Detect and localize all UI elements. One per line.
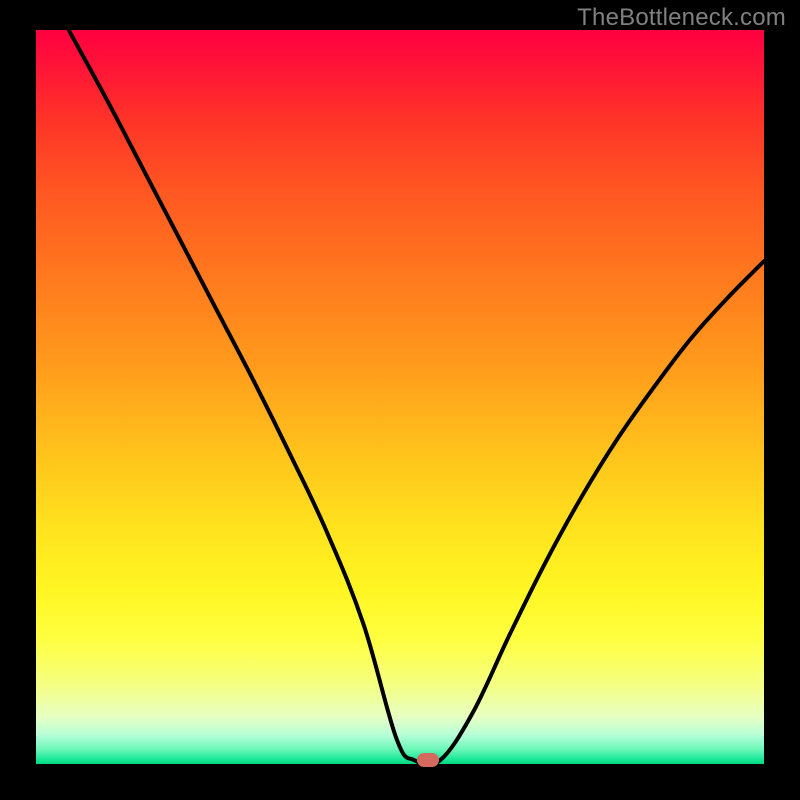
bottleneck-curve [36,30,764,764]
watermark-text: TheBottleneck.com [577,4,786,32]
curve-layer [36,30,764,764]
optimal-point-marker [417,753,439,767]
chart-frame: TheBottleneck.com [0,0,800,800]
plot-area [36,30,764,764]
